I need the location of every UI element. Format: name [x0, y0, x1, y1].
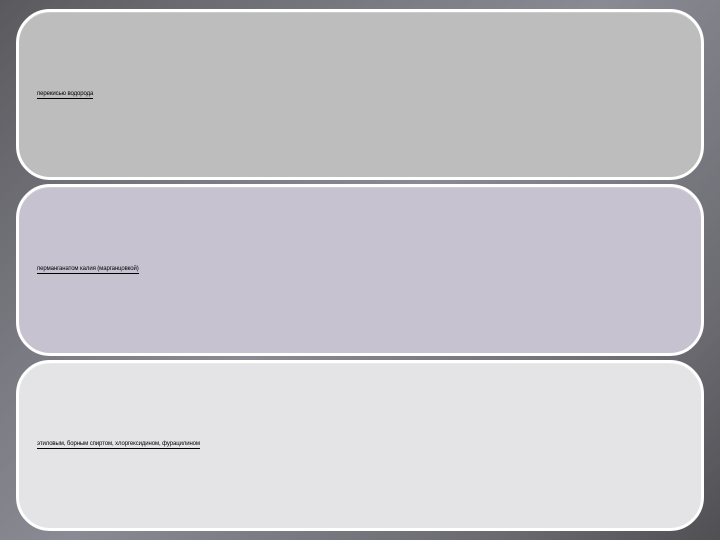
card-2: перманганатом калия (марганцовкой) — [16, 184, 704, 355]
card-1: перекисью водорода — [16, 9, 704, 180]
card-3-label: этиловым, борным спиртом, хлоргексидином… — [37, 441, 200, 449]
card-3: этиловым, борным спиртом, хлоргексидином… — [16, 360, 704, 531]
slide-container: перекисью водорода перманганатом калия (… — [10, 5, 710, 535]
card-2-label: перманганатом калия (марганцовкой) — [37, 266, 139, 274]
card-1-label: перекисью водорода — [37, 91, 93, 99]
